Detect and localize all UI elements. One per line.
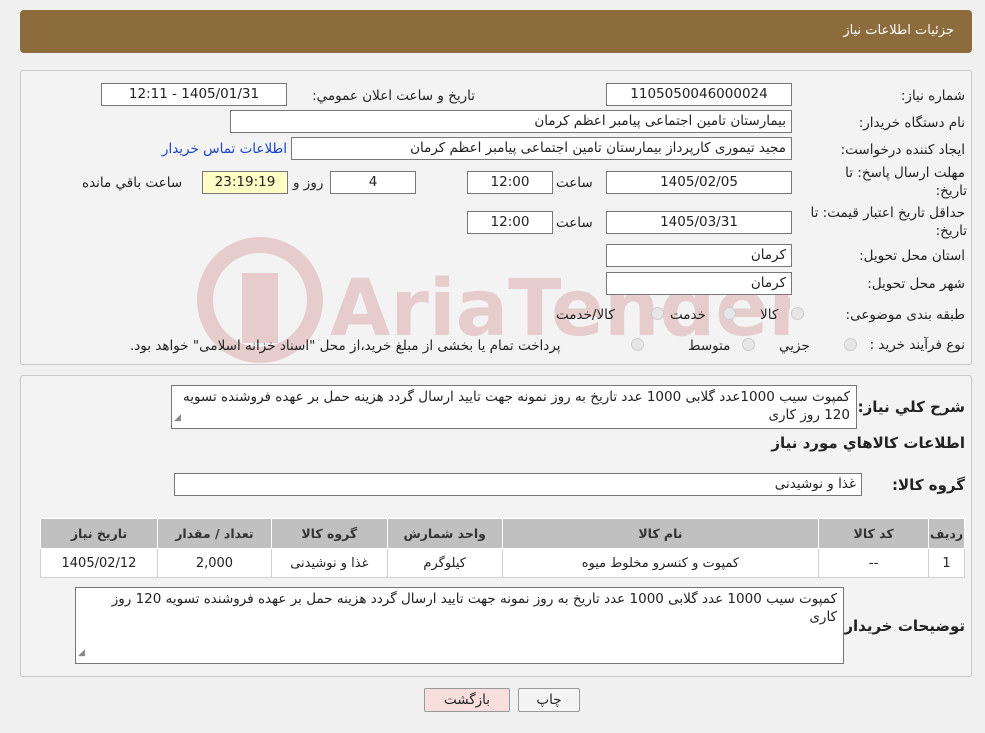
validity-time-field: 12:00: [467, 211, 553, 234]
need-number-field: 1105050046000024: [606, 83, 792, 106]
category-radio-goods-service[interactable]: [651, 307, 664, 320]
category-option-goods: کالا: [760, 307, 779, 323]
summary-label: شرح کلي نياز:: [857, 398, 965, 416]
col-row-header: رديف: [928, 518, 965, 549]
announce-field: 1405/01/31 - 12:11: [101, 83, 287, 106]
col-code-header: کد کالا: [818, 518, 930, 549]
validity-label-date: تاريخ:: [935, 223, 967, 239]
back-button[interactable]: بازگشت: [424, 688, 510, 712]
category-radio-service[interactable]: [723, 307, 736, 320]
buyer-notes-label: توضيحات خريدار:: [838, 617, 965, 635]
summary-textarea[interactable]: کمپوت سیب 1000عدد گلابی 1000 عدد تاریخ ب…: [171, 385, 857, 429]
days-field: 4: [330, 171, 416, 194]
deadline-label-date: تاريخ:: [935, 183, 967, 199]
buyer-notes-text: کمپوت سیب 1000 عدد گلابی 1000 عدد تاریخ …: [111, 591, 837, 625]
buyer-contact-link[interactable]: اطلاعات تماس خريدار: [162, 141, 287, 157]
creator-label: ايجاد کننده درخواست:: [840, 142, 965, 158]
cell-name: کمپوت و کنسرو مخلوط میوه: [501, 548, 820, 578]
buyer-org-label: نام دستگاه خريدار:: [858, 115, 965, 131]
process-option-minor: جزيي: [779, 338, 810, 354]
validity-date-field: 1405/03/31: [606, 211, 792, 234]
need-number-label: شماره نیاز:: [900, 88, 965, 104]
table-header-row: رديف کد کالا نام کالا واحد شمارش گروه کا…: [40, 518, 965, 549]
resize-grip-icon[interactable]: ◢: [78, 644, 85, 662]
deadline-time-label: ساعت: [556, 175, 593, 191]
table-row: 1 -- کمپوت و کنسرو مخلوط میوه کیلوگرم غذ…: [40, 548, 965, 578]
days-label: روز و: [293, 175, 324, 191]
city-field: کرمان: [606, 272, 792, 295]
col-name-header: نام کالا: [501, 518, 820, 549]
col-qty-header: تعداد / مقدار: [156, 518, 272, 549]
remaining-label: ساعت باقي مانده: [82, 175, 183, 191]
resize-grip-icon[interactable]: ◢: [174, 409, 181, 427]
col-unit-header: واحد شمارش: [386, 518, 503, 549]
process-note: پرداخت تمام يا بخشی از مبلغ خريد،از محل …: [130, 338, 561, 354]
print-button[interactable]: چاپ: [518, 688, 580, 712]
cell-code: --: [818, 548, 930, 578]
process-option-medium: متوسط: [688, 338, 731, 354]
col-group-header: گروه کالا: [270, 518, 388, 549]
province-field: کرمان: [606, 244, 792, 267]
category-option-service: خدمت: [670, 307, 706, 323]
remaining-time-field: 23:19:19: [202, 171, 288, 194]
page-header: جزئیات اطلاعات نیاز: [20, 10, 972, 53]
validity-label: حداقل تاريخ اعتبار قيمت: تا: [810, 205, 965, 221]
creator-field: مجید تیموری کارپرداز بیمارستان تامین اجت…: [291, 137, 792, 160]
category-radio-goods[interactable]: [791, 307, 804, 320]
cell-unit: کیلوگرم: [386, 548, 503, 578]
validity-time-label: ساعت: [556, 215, 593, 231]
process-radio-medium[interactable]: [742, 338, 755, 351]
category-label: طبقه بندی موضوعی:: [845, 307, 965, 323]
cell-date: 1405/02/12: [40, 548, 158, 578]
city-label: شهر محل تحويل:: [867, 276, 965, 292]
process-radio-minor[interactable]: [844, 338, 857, 351]
col-date-header: تاريخ نياز: [40, 518, 158, 549]
cell-group: غذا و نوشیدنی: [270, 548, 388, 578]
buyer-notes-textarea[interactable]: کمپوت سیب 1000 عدد گلابی 1000 عدد تاریخ …: [75, 587, 844, 664]
summary-text: کمپوت سیب 1000عدد گلابی 1000 عدد تاریخ ب…: [182, 389, 850, 423]
goods-table: رديف کد کالا نام کالا واحد شمارش گروه کا…: [40, 518, 965, 578]
deadline-label: مهلت ارسال پاسخ: تا: [845, 165, 965, 181]
category-option-goods-service: کالا/خدمت: [556, 307, 615, 323]
buyer-org-field: بیمارستان تامین اجتماعی پیامبر اعظم کرما…: [230, 110, 792, 133]
cell-qty: 2,000: [156, 548, 272, 578]
cell-row: 1: [928, 548, 965, 578]
deadline-time-field: 12:00: [467, 171, 553, 194]
province-label: استان محل تحويل:: [859, 248, 965, 264]
process-checkbox-treasury[interactable]: [631, 338, 644, 351]
page-title: جزئیات اطلاعات نیاز: [843, 23, 954, 38]
goods-group-field: غذا و نوشیدنی: [174, 473, 862, 496]
announce-label: تاریخ و ساعت اعلان عمومي:: [312, 88, 475, 104]
deadline-date-field: 1405/02/05: [606, 171, 792, 194]
goods-group-label: گروه کالا:: [892, 476, 965, 494]
process-label: نوع فرآيند خريد :: [869, 337, 965, 353]
goods-info-title: اطلاعات کالاهاي مورد نياز: [771, 434, 965, 452]
